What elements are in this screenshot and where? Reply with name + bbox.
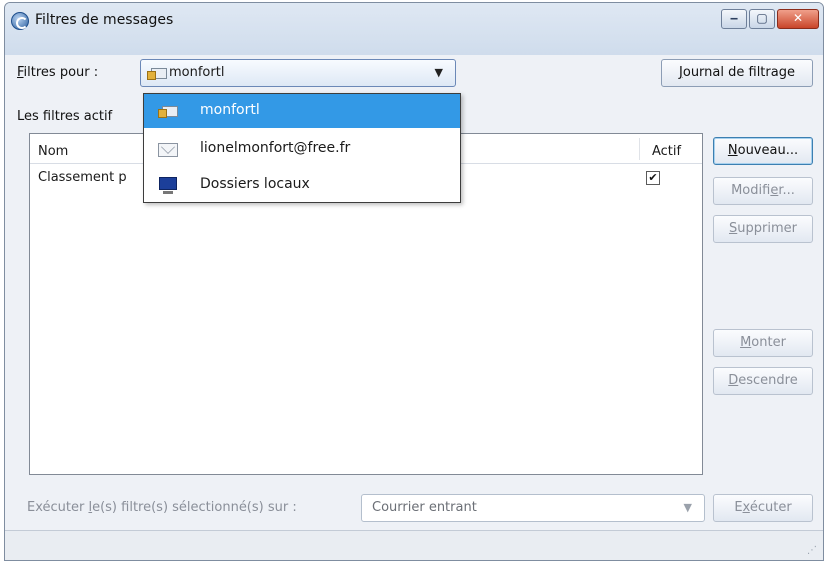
column-separator <box>639 138 640 160</box>
dropdown-item-label: Dossiers locaux <box>200 176 310 192</box>
minimize-button[interactable]: ‒ <box>721 9 747 29</box>
move-down-button[interactable]: Descendre <box>713 367 813 395</box>
dropdown-item-label: monfortl <box>200 102 260 118</box>
thunderbird-icon <box>11 12 29 30</box>
filter-dialog-window: Filtres de messages ‒ ▢ ✕ Filtres pour :… <box>4 2 824 561</box>
account-select-value: monfortl <box>169 65 225 80</box>
caption-buttons: ‒ ▢ ✕ <box>721 9 819 29</box>
filters-for-label: Filtres pour : <box>17 65 99 80</box>
account-dropdown-list: monfortl lionelmonfort@free.fr Dossiers … <box>143 93 461 203</box>
column-name-header[interactable]: Nom <box>38 144 68 159</box>
active-filters-label: Les filtres actif <box>17 109 113 124</box>
move-up-button[interactable]: Monter <box>713 329 813 357</box>
minimize-icon: ‒ <box>729 11 739 25</box>
dropdown-item-monfortl[interactable]: monfortl <box>144 94 460 128</box>
close-button[interactable]: ✕ <box>777 9 819 29</box>
filter-name: Classement p <box>38 170 127 185</box>
new-filter-button[interactable]: Nouveau... <box>713 137 813 165</box>
filter-active-checkbox[interactable]: ✔ <box>646 171 660 185</box>
account-select[interactable]: monfortl ▼ <box>140 59 456 87</box>
close-icon: ✕ <box>792 11 804 25</box>
run-filters-label: Exécuter le(s) filtre(s) sélectionné(s) … <box>27 500 297 515</box>
account-lock-icon <box>158 103 178 119</box>
dropdown-item-dossiers-locaux[interactable]: Dossiers locaux <box>144 168 460 202</box>
maximize-button[interactable]: ▢ <box>749 9 775 29</box>
window-title: Filtres de messages <box>35 12 174 28</box>
run-button[interactable]: Exécuter <box>713 494 813 522</box>
run-on-select-value: Courrier entrant <box>372 500 477 515</box>
resize-grip-icon[interactable]: ⋰ <box>807 545 817 556</box>
title-bar: Filtres de messages ‒ ▢ ✕ <box>5 3 823 55</box>
run-on-select[interactable]: Courrier entrant ▼ <box>361 494 705 522</box>
account-lock-icon <box>147 65 167 81</box>
delete-filter-button[interactable]: Supprimer <box>713 215 813 243</box>
edit-filter-button[interactable]: Modifier... <box>713 177 813 205</box>
status-bar: ⋰ <box>5 530 823 560</box>
chevron-down-icon: ▼ <box>434 66 443 79</box>
filter-log-button[interactable]: Journal de filtrage <box>661 59 813 87</box>
chevron-down-icon: ▼ <box>683 501 692 514</box>
maximize-icon: ▢ <box>756 11 768 25</box>
mail-envelope-icon <box>158 143 178 157</box>
dropdown-item-lionelmonfort[interactable]: lionelmonfort@free.fr <box>144 132 460 166</box>
dropdown-item-label: lionelmonfort@free.fr <box>200 140 351 156</box>
local-folders-icon <box>158 177 178 195</box>
column-active-header[interactable]: Actif <box>652 144 681 159</box>
